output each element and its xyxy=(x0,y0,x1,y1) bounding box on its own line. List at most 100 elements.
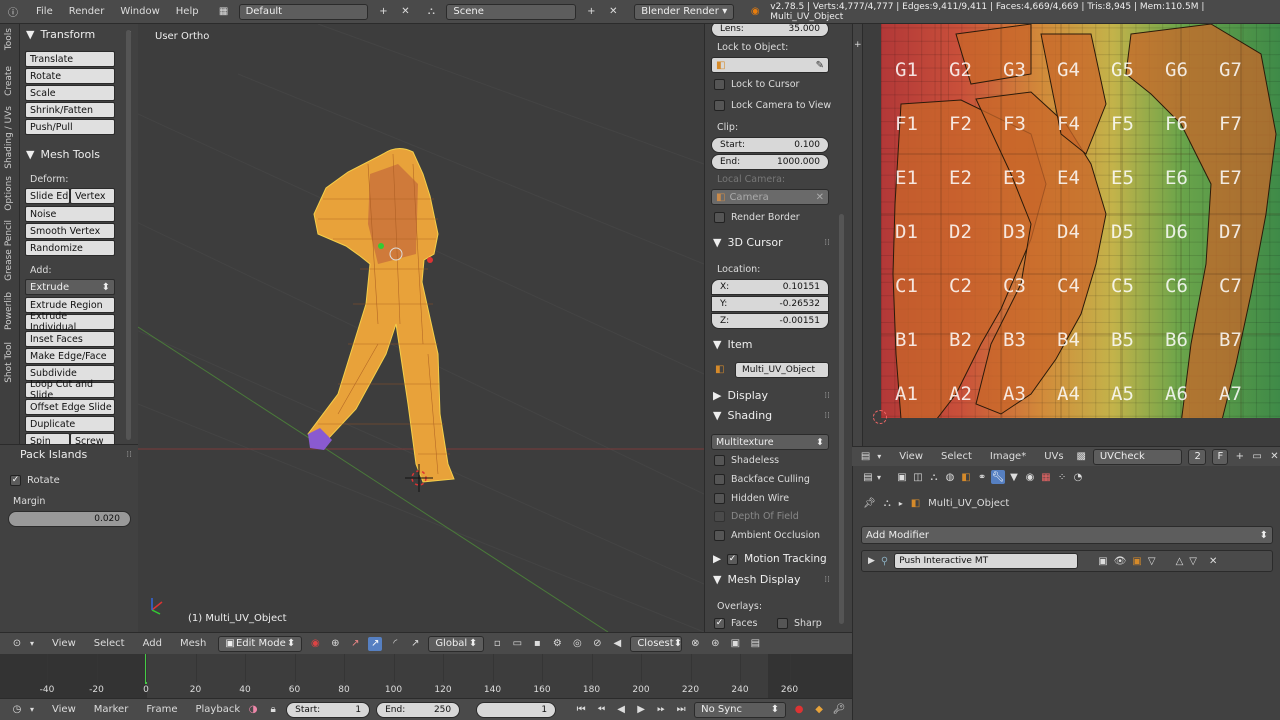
checkbox-icon[interactable] xyxy=(714,530,725,541)
lens-field[interactable]: Lens: 35.000 xyxy=(711,24,829,37)
proportional-edit-icon[interactable]: ◎ xyxy=(570,637,584,651)
keying-set-icon[interactable]: ◆ xyxy=(812,703,826,717)
smooth-vertex-button[interactable]: Smooth Vertex xyxy=(25,223,115,239)
tab-shot-tool[interactable]: Shot Tool xyxy=(4,342,14,383)
shading-panel-header[interactable]: ▼ Shading xyxy=(713,409,852,422)
modifier-name-field[interactable]: Push Interactive MT xyxy=(894,553,1079,569)
tab-shading-uvs[interactable]: Shading / UVs xyxy=(4,106,14,169)
menu-help[interactable]: Help xyxy=(176,6,199,17)
editor-type-icon[interactable]: ▤ xyxy=(861,470,875,484)
next-keyframe-icon[interactable]: ⏩︎ xyxy=(654,703,668,717)
manipulator-icon[interactable]: ↗ xyxy=(348,637,362,651)
texture-tab-icon[interactable]: ▦ xyxy=(1039,470,1053,484)
editor-type-icon[interactable]: ⊙ xyxy=(10,637,24,651)
checkbox-checked-icon[interactable]: ✓ xyxy=(10,475,21,486)
menu-select[interactable]: Select xyxy=(94,638,125,649)
snap-align-icon[interactable]: ⊗ xyxy=(688,637,702,651)
backface-culling-row[interactable]: Backface Culling xyxy=(714,474,810,485)
drag-grip-icon[interactable]: ⁞⁞ xyxy=(824,391,830,401)
make-edge-face-button[interactable]: Make Edge/Face xyxy=(25,348,115,364)
shadeless-row[interactable]: Shadeless xyxy=(714,455,779,466)
extrude-menu[interactable]: Extrude ⬍ xyxy=(25,279,115,295)
jump-start-icon[interactable]: ⏮︎ xyxy=(574,703,588,717)
snap-magnet-icon[interactable]: ⊘ xyxy=(590,637,604,651)
randomize-button[interactable]: Randomize xyxy=(25,240,115,256)
drag-grip-icon[interactable]: ⁞⁞ xyxy=(824,238,830,248)
tab-grease-pencil[interactable]: Grease Pencil xyxy=(4,220,14,281)
cursor-z-field[interactable]: Z: -0.00151 xyxy=(711,313,829,329)
tab-create[interactable]: Create xyxy=(4,66,14,96)
lock-object-field[interactable]: ◧ ✎ xyxy=(711,57,829,73)
drag-grip-icon[interactable]: ⁞⁞ xyxy=(126,450,132,460)
preview-range-icon[interactable]: ◑ xyxy=(246,703,260,717)
duplicate-button[interactable]: Duplicate xyxy=(25,416,115,432)
layout-grid-icon[interactable]: ▦ xyxy=(217,5,231,19)
tab-powerlib[interactable]: Powerlib xyxy=(4,292,14,330)
lock-range-icon[interactable]: 🔒︎ xyxy=(266,703,280,717)
faces-row[interactable]: ✓ Faces xyxy=(714,618,757,629)
3d-cursor-panel-header[interactable]: ▼ 3D Cursor xyxy=(713,236,852,249)
translate-button[interactable]: Translate xyxy=(25,51,115,67)
remove-modifier-icon[interactable]: ✕ xyxy=(1209,556,1217,567)
remove-scene-icon[interactable]: ✕ xyxy=(606,5,620,19)
scene-field[interactable]: Scene xyxy=(446,3,577,20)
data-tab-icon[interactable]: ▼ xyxy=(1007,470,1021,484)
limit-selection-icon[interactable]: ⚙ xyxy=(550,637,564,651)
uv-cursor-icon[interactable] xyxy=(873,410,887,424)
current-frame-field[interactable]: 1 xyxy=(476,701,557,718)
sharp-row[interactable]: Sharp xyxy=(777,618,822,629)
drag-grip-icon[interactable]: ⁞⁞ xyxy=(824,575,830,585)
drag-grip-icon[interactable]: ⁞⁞ xyxy=(824,411,830,421)
menu-render[interactable]: Render xyxy=(69,6,105,17)
scene-tab-icon[interactable]: ⛬ xyxy=(927,470,941,484)
motion-tracking-panel-header[interactable]: ▶ ✓ Motion Tracking xyxy=(713,553,852,565)
render-toggle-icon[interactable]: ▣ xyxy=(1098,556,1107,567)
checkbox-icon[interactable] xyxy=(714,79,725,90)
cage-toggle-icon[interactable]: ▽ xyxy=(1148,556,1156,567)
material-tab-icon[interactable]: ◉ xyxy=(1023,470,1037,484)
menu-add[interactable]: Add xyxy=(143,638,162,649)
checkbox-icon[interactable] xyxy=(714,212,725,223)
editmode-toggle-icon[interactable]: ▣ xyxy=(1132,556,1141,567)
3d-viewport[interactable]: User Ortho (1) Multi_UV_Object xyxy=(138,24,704,632)
mode-select[interactable]: ▣ Edit Mode ⬍ xyxy=(218,635,303,652)
hidden-wire-row[interactable]: Hidden Wire xyxy=(714,493,789,504)
end-frame-field[interactable]: End: 250 xyxy=(376,701,461,718)
checkbox-icon[interactable] xyxy=(714,493,725,504)
add-scene-icon[interactable]: + xyxy=(584,5,598,19)
lock-cursor-row[interactable]: Lock to Cursor xyxy=(714,79,799,90)
fake-user-toggle[interactable]: F xyxy=(1212,448,1229,465)
start-frame-field[interactable]: Start: 1 xyxy=(286,701,371,718)
info-editor-icon[interactable]: ⓘ xyxy=(6,5,20,19)
add-modifier-select[interactable]: Add Modifier ⬍ xyxy=(861,526,1273,544)
item-name-field[interactable]: Multi_UV_Object xyxy=(735,362,829,378)
add-layout-icon[interactable]: + xyxy=(376,5,390,19)
properties-scrollbar[interactable] xyxy=(839,214,844,624)
spin-button[interactable]: Spin xyxy=(25,433,70,444)
particles-tab-icon[interactable]: ⁘ xyxy=(1055,470,1069,484)
remove-layout-icon[interactable]: ✕ xyxy=(398,5,412,19)
clip-start-field[interactable]: Start: 0.100 xyxy=(711,137,829,153)
move-up-icon[interactable]: △ xyxy=(1176,556,1184,567)
edge-select-icon[interactable]: ▭ xyxy=(510,637,524,651)
mesh-display-panel-header[interactable]: ▼ Mesh Display xyxy=(713,573,852,586)
menu-view[interactable]: View xyxy=(52,638,76,649)
image-name-field[interactable]: UVCheck xyxy=(1092,448,1183,465)
clip-end-field[interactable]: End: 1000.000 xyxy=(711,154,829,170)
sync-select[interactable]: No Sync ⬍ xyxy=(694,701,787,718)
move-down-icon[interactable]: ▽ xyxy=(1189,556,1197,567)
render-engine-select[interactable]: Blender Render ▾ xyxy=(634,3,735,20)
uv-editor[interactable]: + G1 G2 G3 G4 G5 G6 G7 F1 F2 F3 F4 F5 F6 F7 E1 E2 E3 E4 E5… xyxy=(852,24,1280,446)
menu-playback[interactable]: Playback xyxy=(196,704,241,715)
screen-layout-field[interactable]: Default xyxy=(238,3,369,20)
menu-mesh[interactable]: Mesh xyxy=(180,638,206,649)
render-preview-icon[interactable]: ⊛ xyxy=(708,637,722,651)
menu-marker[interactable]: Marker xyxy=(94,704,129,715)
loop-cut-button[interactable]: Loop Cut and Slide xyxy=(25,379,115,401)
checkbox-icon[interactable] xyxy=(777,618,788,629)
face-select-icon[interactable]: ▪ xyxy=(530,637,544,651)
editor-type-icon[interactable]: ◷ xyxy=(10,703,24,717)
vertex-select-icon[interactable]: ▫ xyxy=(490,637,504,651)
menu-view[interactable]: View xyxy=(52,704,76,715)
world-tab-icon[interactable]: ◍ xyxy=(943,470,957,484)
